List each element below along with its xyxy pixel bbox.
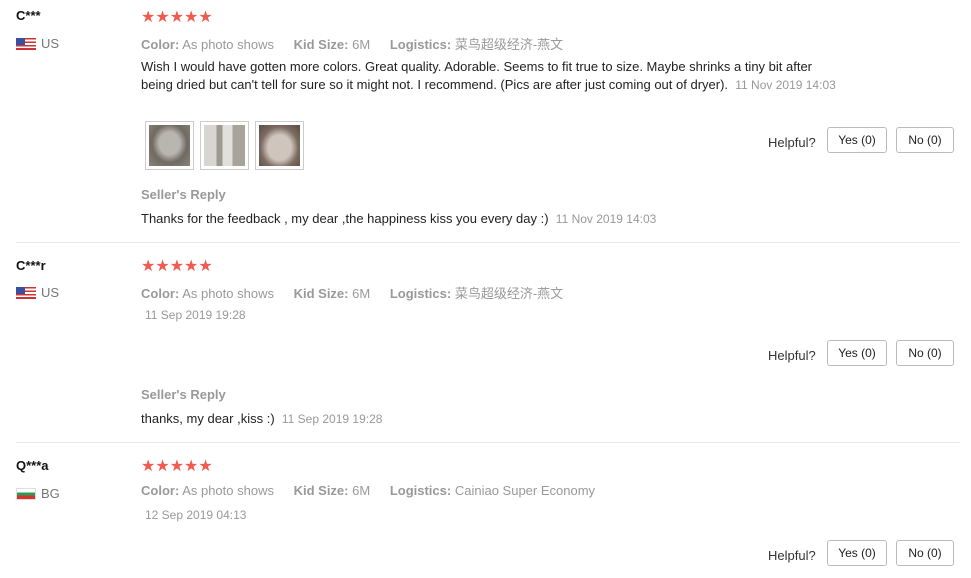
review-photo[interactable] bbox=[255, 121, 304, 170]
kid-size-label: Kid Size: bbox=[293, 483, 349, 498]
seller-reply-text: Thanks for the feedback , my dear ,the h… bbox=[141, 211, 549, 226]
kid-size-label: Kid Size: bbox=[293, 37, 349, 52]
country-code: US bbox=[41, 285, 60, 300]
logistics-label: Logistics: bbox=[389, 286, 452, 301]
color-label: Color: bbox=[141, 37, 180, 52]
review-photo[interactable] bbox=[145, 121, 194, 170]
kid-size-value: 6M bbox=[352, 37, 371, 52]
country-code: BG bbox=[41, 486, 60, 501]
kid-size-label: Kid Size: bbox=[293, 286, 349, 301]
review-divider bbox=[16, 242, 960, 243]
review-date: 11 Nov 2019 14:03 bbox=[735, 78, 836, 92]
country-code: US bbox=[41, 36, 60, 51]
review-divider bbox=[16, 442, 960, 443]
helpful-yes-button[interactable]: Yes (0) bbox=[827, 340, 887, 366]
logistics-value: 菜鸟超级经济-燕文 bbox=[454, 286, 564, 301]
color-value: As photo shows bbox=[182, 483, 274, 498]
reviewer-name: Q***a bbox=[16, 458, 49, 473]
helpful-no-button[interactable]: No (0) bbox=[896, 540, 954, 566]
review-date: 12 Sep 2019 04:13 bbox=[145, 508, 247, 522]
seller-reply-date: 11 Nov 2019 14:03 bbox=[555, 212, 657, 226]
seller-reply: thanks, my dear ,kiss :) 11 Sep 2019 19:… bbox=[141, 411, 382, 426]
review-attributes: Color: As photo shows Kid Size: 6M Logis… bbox=[141, 483, 611, 498]
kid-size-value: 6M bbox=[352, 286, 371, 301]
review-text-block: Wish I would have gotten more colors. Gr… bbox=[141, 58, 841, 94]
reviewer-name: C***r bbox=[16, 258, 46, 273]
color-label: Color: bbox=[141, 286, 180, 301]
color-value: As photo shows bbox=[182, 37, 274, 52]
us-flag-icon bbox=[16, 37, 36, 50]
helpful-no-button[interactable]: No (0) bbox=[896, 340, 954, 366]
star-rating: ★★★★★ bbox=[141, 258, 213, 275]
star-rating: ★★★★★ bbox=[141, 9, 213, 26]
us-flag-icon bbox=[16, 286, 36, 299]
star-rating: ★★★★★ bbox=[141, 458, 213, 475]
review-photos bbox=[145, 121, 304, 170]
review-date: 11 Sep 2019 19:28 bbox=[145, 308, 246, 322]
review-text: Wish I would have gotten more colors. Gr… bbox=[141, 59, 813, 92]
helpful-yes-button[interactable]: Yes (0) bbox=[827, 127, 887, 153]
reviewer-country: US bbox=[16, 36, 59, 51]
review-attributes: Color: As photo shows Kid Size: 6M Logis… bbox=[141, 283, 579, 302]
helpful-label: Helpful? bbox=[768, 548, 816, 563]
seller-reply-label: Seller's Reply bbox=[141, 387, 226, 402]
logistics-value: Cainiao Super Economy bbox=[454, 483, 596, 498]
seller-reply-label: Seller's Reply bbox=[141, 187, 226, 202]
review-photo[interactable] bbox=[200, 121, 249, 170]
reviewer-country: BG bbox=[16, 486, 60, 501]
seller-reply: Thanks for the feedback , my dear ,the h… bbox=[141, 211, 656, 226]
logistics-label: Logistics: bbox=[389, 37, 452, 52]
reviewer-name: C*** bbox=[16, 8, 41, 23]
logistics-label: Logistics: bbox=[389, 483, 452, 498]
reviewer-country: US bbox=[16, 285, 59, 300]
color-label: Color: bbox=[141, 483, 180, 498]
review-attributes: Color: As photo shows Kid Size: 6M Logis… bbox=[141, 34, 579, 53]
helpful-yes-button[interactable]: Yes (0) bbox=[827, 540, 887, 566]
seller-reply-date: 11 Sep 2019 19:28 bbox=[281, 412, 383, 426]
color-value: As photo shows bbox=[182, 286, 274, 301]
bg-flag-icon bbox=[16, 487, 36, 500]
logistics-value: 菜鸟超级经济-燕文 bbox=[454, 37, 564, 52]
kid-size-value: 6M bbox=[352, 483, 371, 498]
helpful-label: Helpful? bbox=[768, 348, 816, 363]
seller-reply-text: thanks, my dear ,kiss :) bbox=[141, 411, 275, 426]
helpful-no-button[interactable]: No (0) bbox=[896, 127, 954, 153]
helpful-label: Helpful? bbox=[768, 135, 816, 150]
